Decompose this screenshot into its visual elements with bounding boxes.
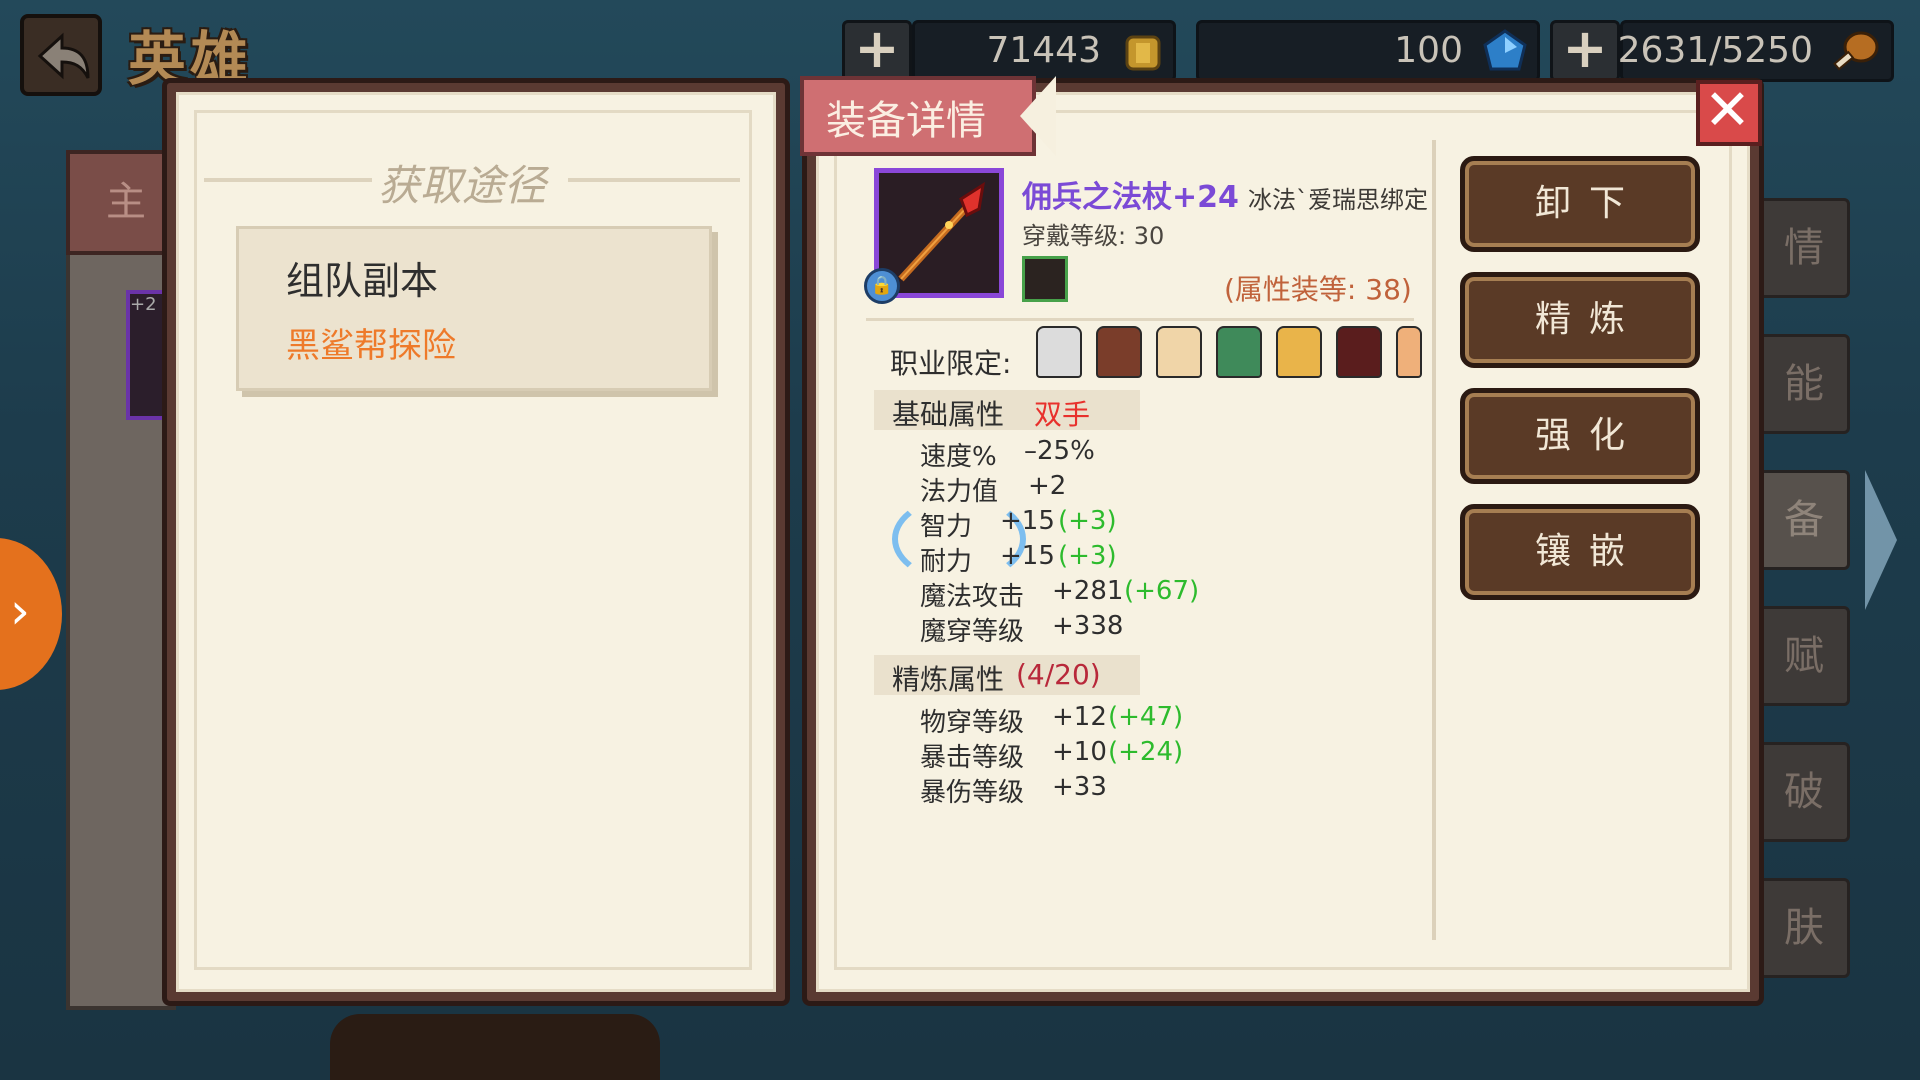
- stat-bonus: (+3): [1058, 541, 1117, 571]
- class-portrait-5: [1276, 326, 1322, 378]
- unequip-button[interactable]: 卸下: [1460, 156, 1700, 252]
- enhance-button[interactable]: 强化: [1460, 388, 1700, 484]
- stat-name: 暴伤等级: [920, 778, 1025, 808]
- stat-bonus: (+3): [1058, 506, 1117, 536]
- side-tab-detail[interactable]: 情: [1758, 198, 1850, 298]
- lock-icon: 🔒: [864, 268, 900, 304]
- stat-value: +15: [1000, 541, 1055, 571]
- stat-name: 耐力: [920, 547, 973, 577]
- gem-value: 100: [1394, 30, 1463, 71]
- gold-counter: 71443: [912, 20, 1176, 82]
- gem-socket-slot[interactable]: [1022, 256, 1068, 302]
- stat-value: +338: [1052, 611, 1124, 641]
- class-portrait-2: [1096, 326, 1142, 378]
- item-bind-owner: 冰法`爱瑞思绑定: [1248, 186, 1428, 214]
- chevron-right-icon: ›: [10, 582, 30, 640]
- stat-bonus: (+24): [1108, 737, 1184, 767]
- side-tab-breakthrough[interactable]: 破: [1758, 742, 1850, 842]
- stat-name: 魔法攻击: [920, 582, 1025, 612]
- add-stamina-button[interactable]: +: [1550, 20, 1620, 82]
- refine-progress: (4/20): [1016, 658, 1101, 691]
- gem-counter: 100: [1196, 20, 1540, 82]
- staff-icon: [898, 181, 986, 282]
- stat-name: 速度%: [920, 442, 997, 472]
- close-button[interactable]: ✕: [1696, 78, 1762, 146]
- blue-gem-icon: [1483, 29, 1527, 71]
- hero-figure: [330, 1014, 660, 1080]
- class-portrait-1: [1036, 326, 1082, 378]
- back-arrow-icon: [37, 32, 90, 80]
- source-name-link[interactable]: 黑鲨帮探险: [286, 318, 456, 367]
- stat-value: +33: [1052, 772, 1107, 802]
- side-tab-talent[interactable]: 赋: [1758, 606, 1850, 706]
- stat-value: +15: [1000, 506, 1055, 536]
- stat-value: +10: [1052, 737, 1107, 767]
- class-restriction-label: 职业限定:: [890, 347, 1012, 380]
- item-name: 佣兵之法杖+24: [1022, 180, 1239, 215]
- stat-name: 智力: [920, 512, 973, 542]
- stat-value: +12: [1052, 702, 1107, 732]
- class-portrait-4: [1216, 326, 1262, 378]
- stamina-counter: 2631/5250: [1617, 20, 1894, 82]
- stat-name: 暴击等级: [920, 743, 1025, 773]
- attribute-equip-level: (属性装等: 38): [1224, 273, 1412, 306]
- source-panel-title: 获取途径: [378, 161, 547, 210]
- source-type: 组队副本: [286, 259, 439, 303]
- refine-button[interactable]: 精炼: [1460, 272, 1700, 368]
- add-gold-button[interactable]: +: [842, 20, 912, 82]
- refine-attributes-label: 精炼属性: [892, 663, 1005, 696]
- stat-value: +281: [1052, 576, 1124, 606]
- back-button[interactable]: [20, 14, 102, 96]
- stat-name: 魔穿等级: [920, 617, 1025, 647]
- next-arrow-icon[interactable]: [1865, 470, 1897, 610]
- gold-coin-icon: [1125, 35, 1161, 71]
- background-tab-main: 主: [66, 150, 176, 255]
- class-portrait-3: [1156, 326, 1202, 378]
- stat-bonus: (+67): [1124, 576, 1200, 606]
- socket-button[interactable]: 镶嵌: [1460, 504, 1700, 600]
- side-tab-skill[interactable]: 能: [1758, 334, 1850, 434]
- side-tab-equipment[interactable]: 备: [1758, 470, 1850, 570]
- two-handed-label: 双手: [1034, 398, 1091, 431]
- class-portrait-6: [1336, 326, 1382, 378]
- gold-value: 71443: [986, 30, 1101, 71]
- class-portrait-7: [1396, 326, 1422, 378]
- side-tab-skin[interactable]: 肤: [1758, 878, 1850, 978]
- stat-bonus: (+47): [1108, 702, 1184, 732]
- stat-name: 法力值: [920, 477, 999, 507]
- stat-value: +2: [1028, 471, 1067, 501]
- close-icon: ✕: [1704, 78, 1751, 143]
- wear-level: 穿戴等级: 30: [1022, 222, 1165, 250]
- prev-hero-button[interactable]: ›: [0, 538, 62, 690]
- stamina-value: 2631/5250: [1617, 30, 1813, 71]
- panel-title: 装备详情: [826, 98, 986, 144]
- base-attributes-label: 基础属性: [892, 398, 1005, 431]
- stat-name: 物穿等级: [920, 708, 1025, 738]
- stamina-drumstick-icon: [1833, 31, 1879, 71]
- stat-value: –25%: [1024, 436, 1095, 466]
